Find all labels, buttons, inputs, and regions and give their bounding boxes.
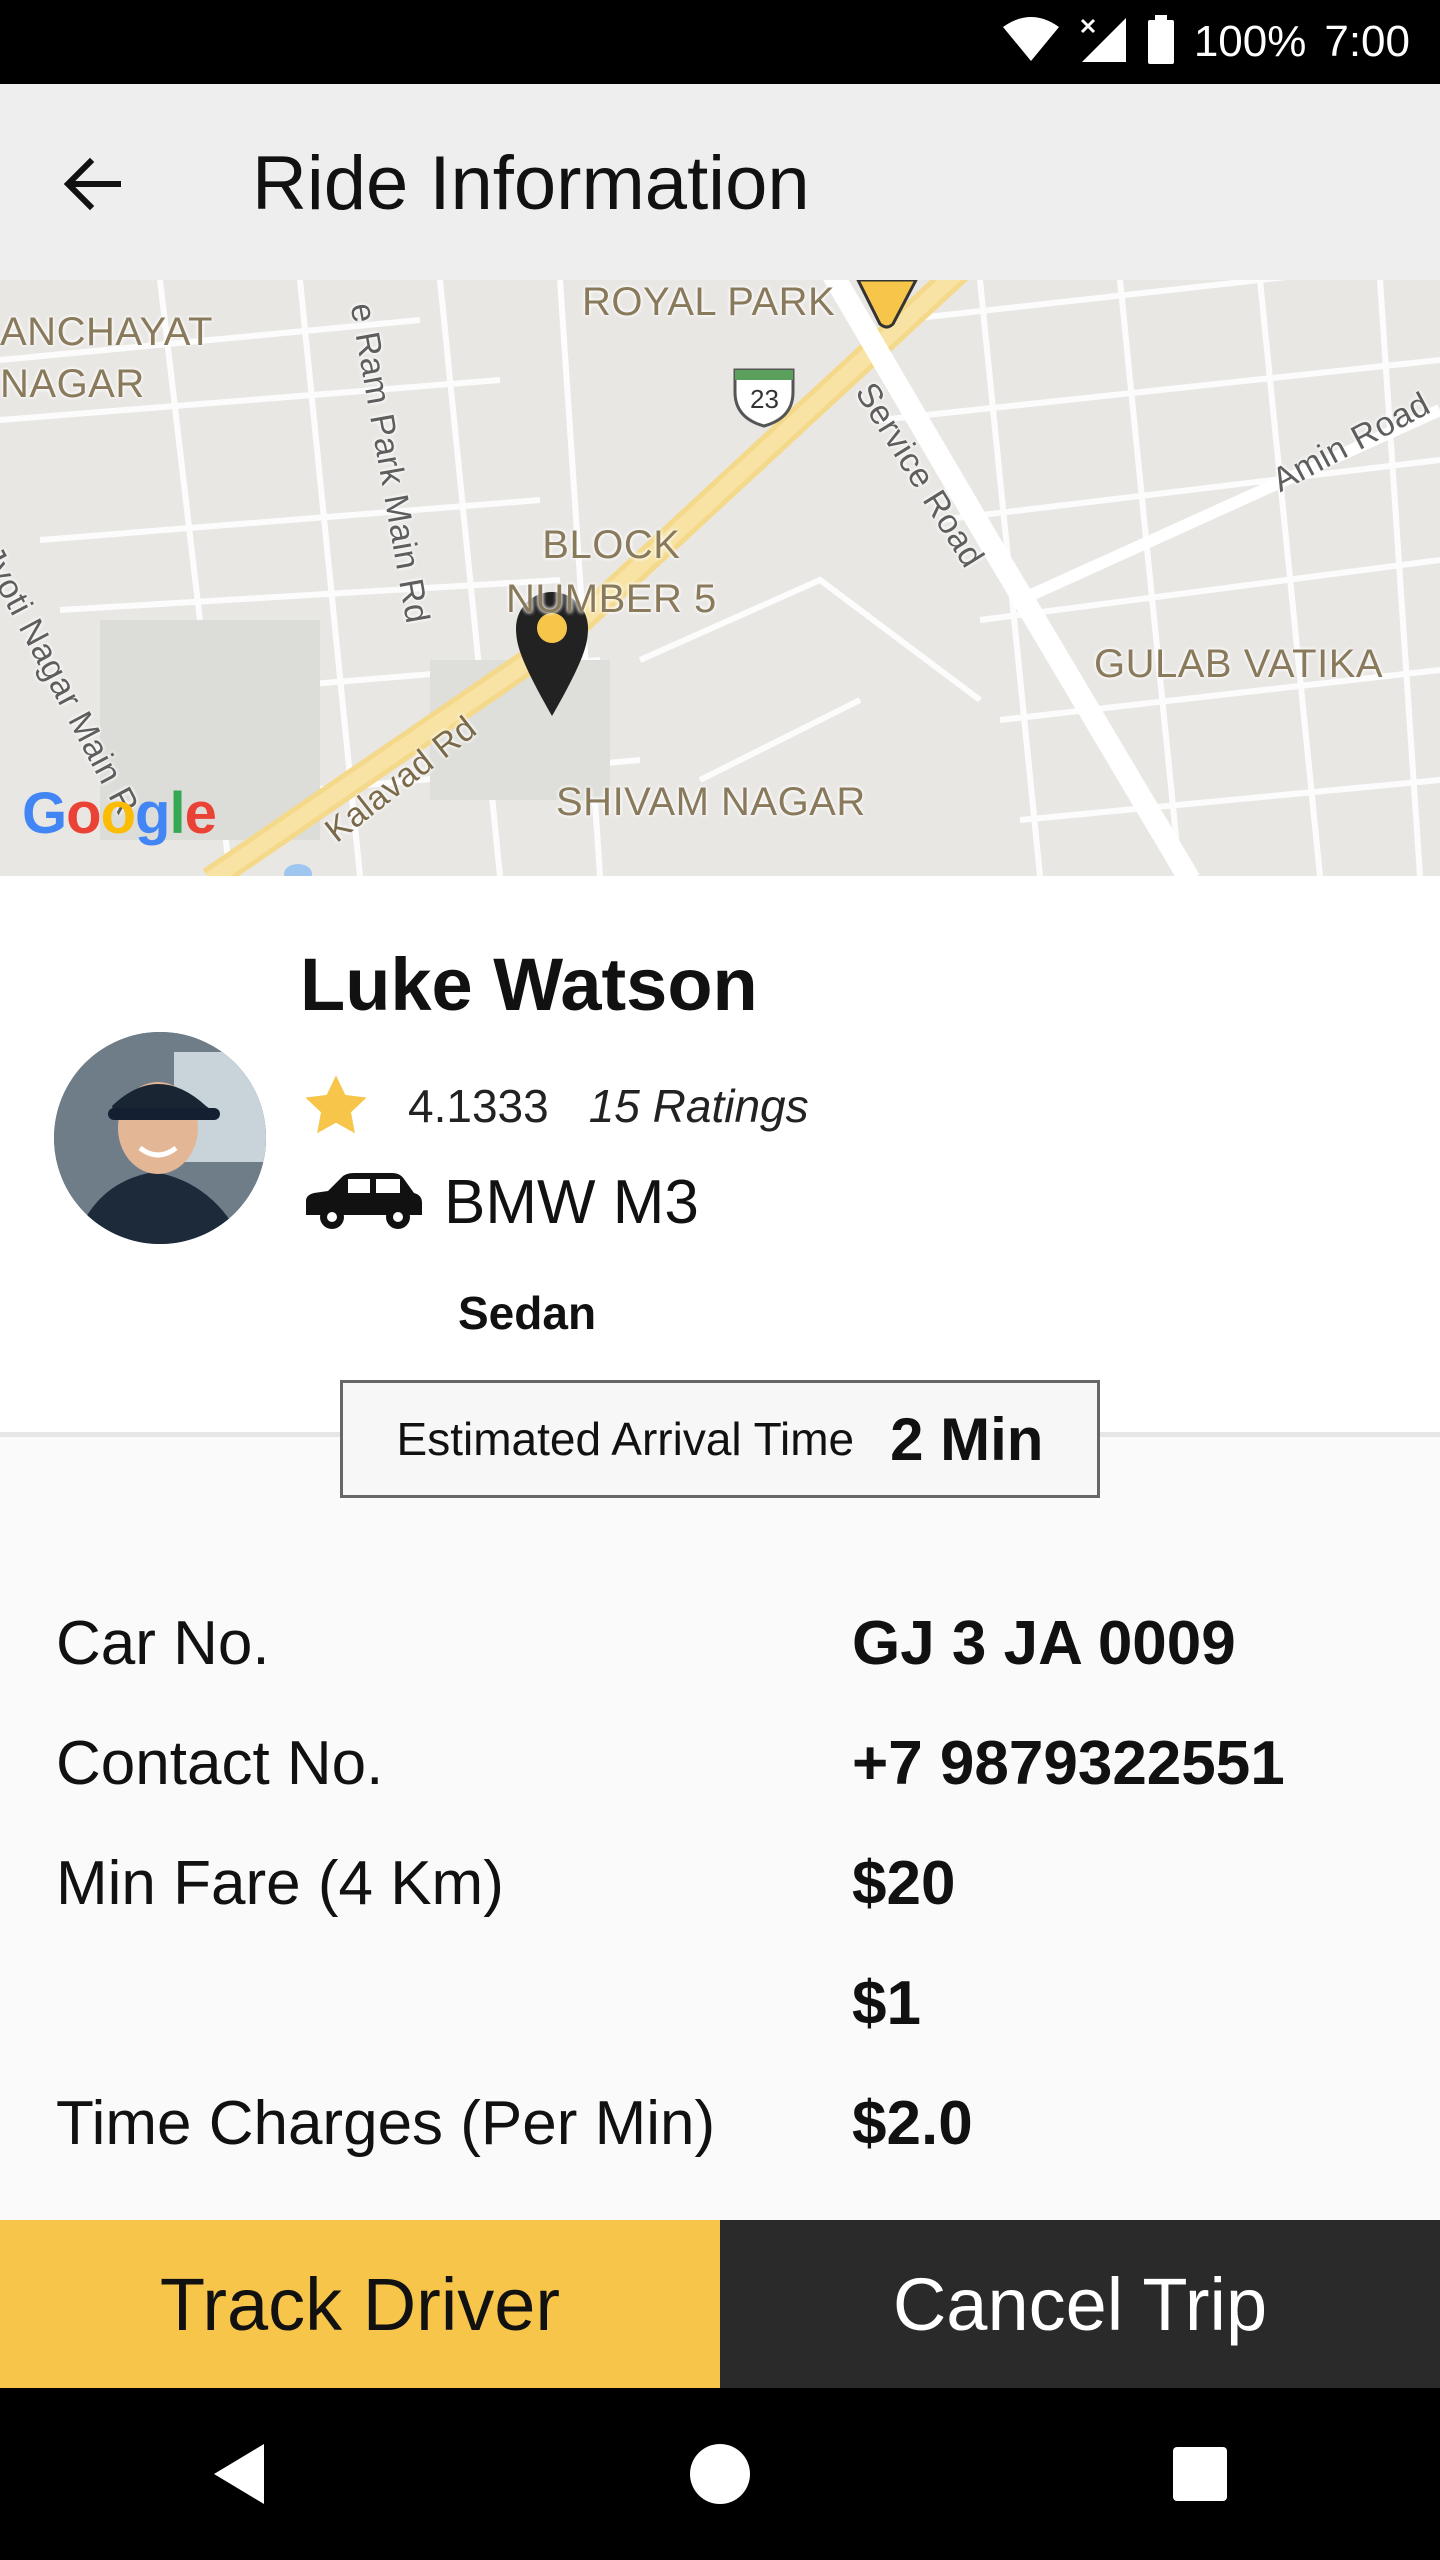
map-view[interactable]: ANCHAYAT NAGAR ROYAL PARK e Ram Park Mai… <box>0 280 1440 876</box>
detail-label: Car No. <box>56 1609 270 1678</box>
driver-card: Luke Watson 4.1333 15 Ratings BMW M3 Sed… <box>0 876 1440 1436</box>
map-label-gulab: GULAB VATIKA <box>1094 642 1384 686</box>
detail-value: $20 <box>852 1849 956 1918</box>
signal-icon <box>1078 16 1128 69</box>
battery-icon <box>1146 14 1176 70</box>
triangle-back-icon <box>214 2444 264 2504</box>
car-row: BMW M3 <box>300 1160 699 1244</box>
detail-label: Contact No. <box>56 1729 384 1798</box>
square-recents-icon <box>1173 2447 1227 2501</box>
status-bar: 100% 7:00 <box>0 0 1440 84</box>
detail-value[interactable]: +7 9879322551 <box>852 1704 1285 1824</box>
star-icon <box>305 1075 367 1134</box>
detail-label: Min Fare (4 Km) <box>56 1849 504 1918</box>
google-logo: Google <box>22 781 217 846</box>
map-label-shivam: SHIVAM NAGAR <box>556 780 866 824</box>
map-label-panchayat: ANCHAYAT NAGAR <box>0 310 213 406</box>
battery-percent: 100% <box>1193 17 1307 66</box>
driver-avatar <box>54 1032 266 1244</box>
car-model: BMW M3 <box>444 1167 699 1237</box>
track-driver-button[interactable]: Track Driver <box>0 2220 720 2388</box>
car-icon <box>306 1173 422 1229</box>
map-label-block: BLOCK NUMBER 5 <box>506 523 717 621</box>
detail-row-time-charges: Time Charges (Per Min) $2.0 <box>0 2064 1440 2184</box>
map-label-royal-park: ROYAL PARK <box>582 280 836 324</box>
car-type: Sedan <box>458 1287 597 1339</box>
nav-home-button[interactable] <box>660 2414 780 2534</box>
rating-row: 4.1333 15 Ratings <box>300 1066 809 1146</box>
system-nav-bar <box>0 2388 1440 2560</box>
clock: 7:00 <box>1324 17 1410 66</box>
nav-back-button[interactable] <box>180 2414 300 2534</box>
rating-count: 15 Ratings <box>588 1080 809 1132</box>
circle-home-icon <box>690 2444 750 2504</box>
app-bar: Ride Information <box>0 84 1440 280</box>
nav-recents-button[interactable] <box>1140 2414 1260 2534</box>
detail-row-per-km: $1 <box>0 1944 1440 2064</box>
eta-box: Estimated Arrival Time 2 Min <box>340 1380 1100 1498</box>
detail-row-min-fare: Min Fare (4 Km) $20 <box>0 1824 1440 1944</box>
arrow-left-icon <box>63 157 121 211</box>
driver-rating: 4.1333 <box>408 1080 549 1132</box>
detail-label: Time Charges (Per Min) <box>56 2089 716 2158</box>
ride-details: Car No. GJ 3 JA 0009 Contact No. +7 9879… <box>0 1500 1440 2220</box>
eta-label: Estimated Arrival Time <box>396 1413 855 1465</box>
eta-value: 2 Min <box>890 1405 1044 1473</box>
wifi-icon <box>1002 16 1060 68</box>
detail-row-car-no: Car No. GJ 3 JA 0009 <box>0 1584 1440 1704</box>
detail-value: GJ 3 JA 0009 <box>852 1609 1236 1678</box>
route-number: 23 <box>750 384 779 414</box>
cancel-trip-button[interactable]: Cancel Trip <box>720 2220 1440 2388</box>
detail-value: $1 <box>852 1969 921 2038</box>
back-button[interactable] <box>50 142 134 226</box>
driver-name: Luke Watson <box>300 943 758 1026</box>
detail-value: $2.0 <box>852 2089 973 2158</box>
detail-row-contact: Contact No. +7 9879322551 <box>0 1704 1440 1824</box>
page-title: Ride Information <box>252 141 810 226</box>
